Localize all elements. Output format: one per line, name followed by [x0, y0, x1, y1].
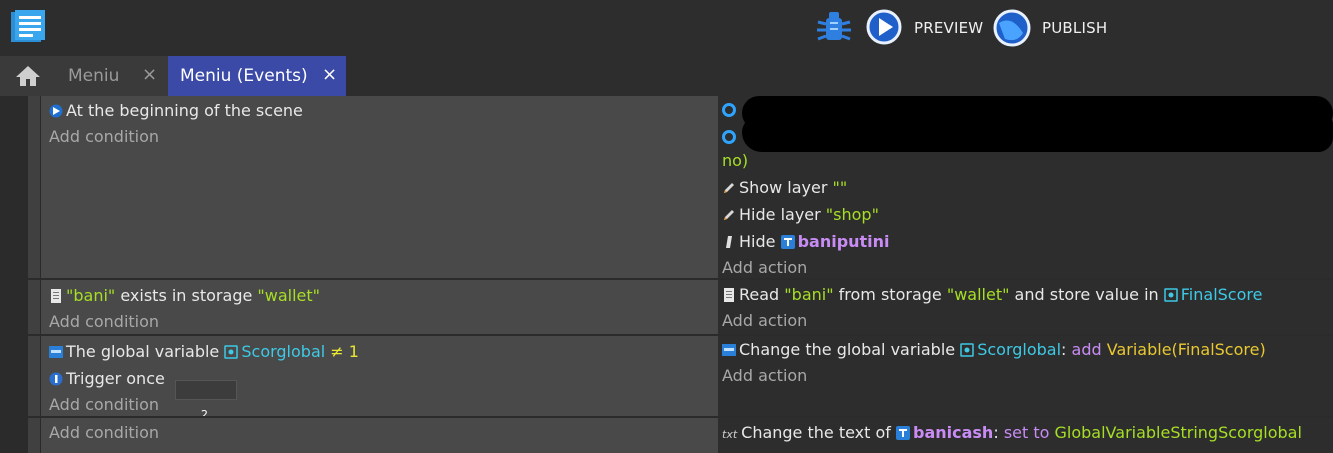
- publish-globe-icon[interactable]: [993, 9, 1031, 47]
- tab-label: Meniu (Events): [180, 66, 308, 86]
- actions-column: no) Show layer "" Hide layer "shop" Hide…: [718, 96, 1333, 278]
- layer-pencil-icon: [724, 210, 734, 220]
- event-sheet: At the beginning of the scene Add condit…: [0, 96, 1333, 453]
- drag-preview-thumbnail: [175, 380, 237, 400]
- condition[interactable]: "bani" exists in storage "wallet": [49, 286, 320, 306]
- camera-icon: [722, 130, 736, 144]
- add-action-link[interactable]: Add action: [722, 366, 807, 386]
- condition-text: At the beginning of the scene: [66, 101, 303, 120]
- close-icon[interactable]: ×: [142, 64, 157, 85]
- tab-meniu-events[interactable]: Meniu (Events) ×: [168, 56, 346, 96]
- variable-icon: [960, 343, 974, 357]
- action-hide-object[interactable]: Hide baniputini: [722, 232, 890, 252]
- redaction-mark: [742, 116, 1333, 152]
- storage-file-icon: [51, 289, 61, 303]
- action-hide-layer[interactable]: Hide layer "shop": [722, 205, 879, 225]
- condition[interactable]: The global variable Scorglobal ≠ 1: [49, 342, 359, 362]
- scene-start-icon: [49, 104, 63, 118]
- tab-bar: Meniu × Meniu (Events) ×: [0, 56, 1333, 96]
- event-row[interactable]: Add condition txt Change the text of bani…: [28, 418, 1333, 453]
- add-condition-link[interactable]: Add condition: [49, 423, 159, 443]
- action-show-layer[interactable]: Show layer "": [722, 178, 847, 198]
- event-handle[interactable]: [28, 336, 41, 416]
- publish-button[interactable]: PUBLISH: [1042, 19, 1107, 37]
- storage-file-icon: [724, 288, 734, 302]
- conditions-column: At the beginning of the scene Add condit…: [41, 96, 741, 278]
- sheet-gutter: [0, 96, 28, 453]
- debugger-bug-icon[interactable]: [815, 10, 853, 44]
- action-redacted[interactable]: [722, 100, 739, 120]
- event-row[interactable]: "bani" exists in storage "wallet" Add co…: [28, 280, 1333, 334]
- conditions-column: The global variable Scorglobal ≠ 1 Trigg…: [41, 336, 741, 421]
- top-toolbar: PREVIEW PUBLISH: [0, 0, 1333, 56]
- global-variable-icon: [722, 344, 736, 356]
- actions-column: Read "bani" from storage "wallet" and st…: [718, 280, 1333, 334]
- action-text-fragment: no): [722, 151, 749, 170]
- add-action-link[interactable]: Add action: [722, 258, 807, 278]
- global-variable-icon: [49, 346, 63, 358]
- add-condition-link[interactable]: Add condition: [49, 312, 159, 332]
- close-icon[interactable]: ×: [322, 64, 337, 85]
- action-redacted[interactable]: [722, 127, 739, 147]
- actions-column: Change the global variable Scorglobal: a…: [718, 336, 1333, 416]
- camera-icon: [722, 103, 736, 117]
- event-row[interactable]: At the beginning of the scene Add condit…: [28, 96, 1333, 278]
- conditions-column: Add condition: [41, 418, 741, 453]
- variable-icon: [224, 345, 239, 359]
- layer-pencil-icon: [724, 183, 734, 193]
- event-handle[interactable]: [28, 280, 41, 334]
- text-object-icon: [780, 235, 795, 249]
- event-row[interactable]: The global variable Scorglobal ≠ 1 Trigg…: [28, 336, 1333, 421]
- preview-play-icon[interactable]: [866, 9, 902, 45]
- event-handle[interactable]: [28, 418, 41, 453]
- add-condition-link[interactable]: Add condition: [49, 395, 159, 415]
- text-object-icon: txt: [722, 428, 738, 441]
- text-object-icon: [896, 426, 910, 440]
- condition[interactable]: Trigger once: [49, 369, 165, 389]
- eraser-icon: [726, 236, 732, 248]
- home-icon: [16, 66, 40, 86]
- tab-home[interactable]: [0, 56, 56, 96]
- action-change-global-variable[interactable]: Change the global variable Scorglobal: a…: [722, 340, 1266, 360]
- conditions-column: "bani" exists in storage "wallet" Add co…: [41, 280, 741, 334]
- tab-meniu[interactable]: Meniu ×: [56, 56, 168, 96]
- add-condition-link[interactable]: Add condition: [49, 127, 159, 147]
- action-change-text[interactable]: txt Change the text of banicash: set to G…: [722, 423, 1302, 445]
- preview-button[interactable]: PREVIEW: [914, 19, 983, 37]
- variable-icon: [1164, 288, 1178, 302]
- event-handle[interactable]: [28, 96, 41, 278]
- condition[interactable]: At the beginning of the scene: [49, 101, 303, 121]
- trigger-once-icon: [49, 372, 63, 386]
- actions-column: txt Change the text of banicash: set to G…: [718, 418, 1333, 453]
- action-read-storage[interactable]: Read "bani" from storage "wallet" and st…: [722, 285, 1262, 305]
- add-action-link[interactable]: Add action: [722, 311, 807, 331]
- tab-label: Meniu: [68, 66, 120, 86]
- app-menu-icon[interactable]: [11, 10, 45, 44]
